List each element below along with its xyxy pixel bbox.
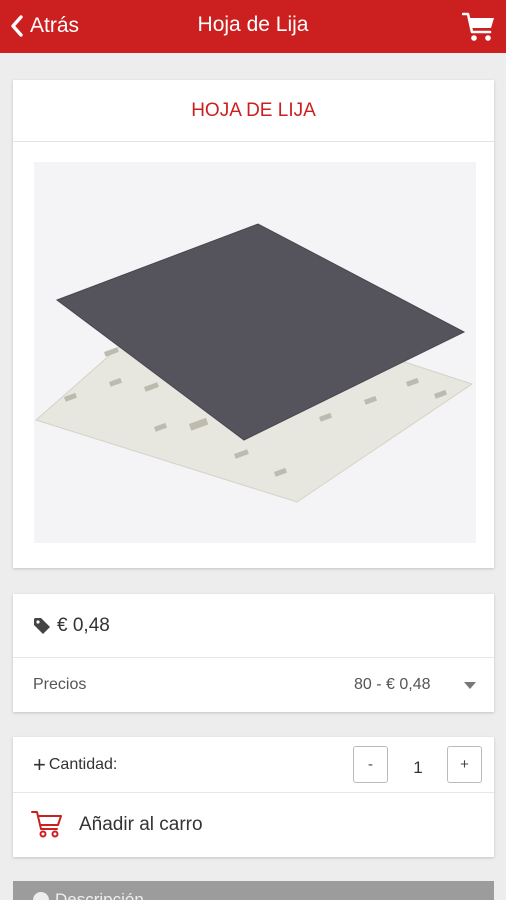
product-card: HOJA DE LIJA — [13, 80, 494, 568]
pricing-card: € 0,48 Precios 80 - € 0,48 — [13, 594, 494, 712]
description-label-group: Descripción — [33, 890, 144, 900]
top-app-bar: Atrás Hoja de Lija — [0, 0, 506, 53]
quantity-label: Cantidad: — [48, 756, 118, 773]
quantity-value[interactable]: 1 — [389, 758, 447, 778]
prices-label: Precios — [33, 676, 87, 693]
product-name: HOJA DE LIJA — [13, 80, 494, 142]
price-tier-select[interactable]: Precios 80 - € 0,48 — [13, 658, 494, 712]
quantity-row: + Cantidad: - 1 + — [13, 737, 494, 793]
info-icon — [33, 892, 49, 900]
chevron-left-icon — [11, 15, 23, 37]
plus-icon: + — [33, 752, 46, 777]
shopping-cart-button[interactable] — [461, 11, 496, 43]
add-to-cart-label: Añadir al carro — [79, 814, 203, 835]
back-button[interactable]: Atrás — [10, 10, 79, 42]
quantity-decrement-button[interactable]: - — [353, 746, 388, 783]
quantity-label-group: + Cantidad: — [33, 754, 117, 776]
page-title: Hoja de Lija — [197, 13, 309, 36]
description-label: Descripción — [55, 890, 144, 900]
product-image — [35, 223, 474, 503]
product-image-carousel[interactable] — [34, 162, 476, 543]
caret-down-icon — [464, 682, 476, 689]
purchase-card: + Cantidad: - 1 + Añadir al carro — [13, 737, 494, 857]
shopping-cart-icon — [31, 809, 63, 844]
shopping-cart-icon — [461, 12, 494, 41]
back-label: Atrás — [30, 14, 80, 37]
prices-selected-value: 80 - € 0,48 — [354, 676, 431, 693]
description-section-header[interactable]: Descripción — [13, 881, 494, 900]
price-row: € 0,48 — [13, 594, 494, 658]
tag-icon — [33, 617, 51, 635]
quantity-increment-button[interactable]: + — [447, 746, 482, 783]
price-value: € 0,48 — [57, 614, 110, 636]
add-to-cart-button[interactable]: Añadir al carro — [13, 793, 494, 857]
